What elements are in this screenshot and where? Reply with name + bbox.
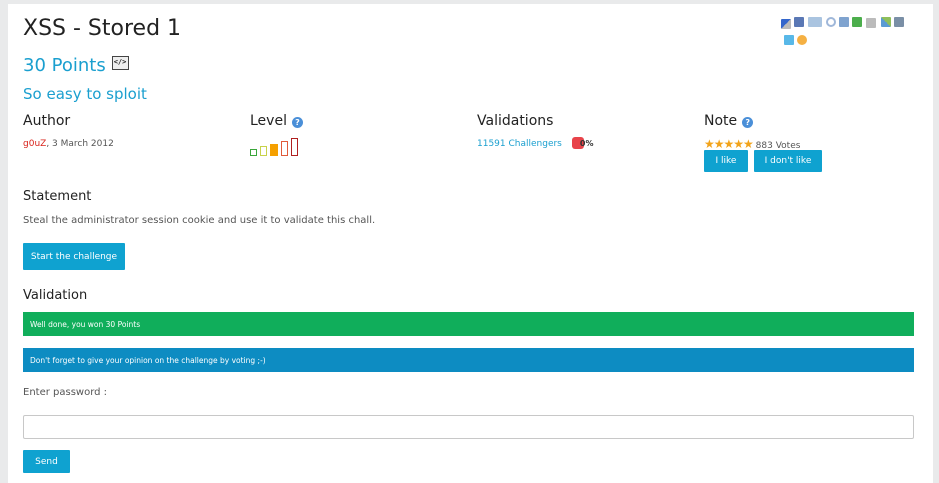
send-button[interactable]: Send bbox=[23, 450, 70, 473]
level-indicator bbox=[250, 138, 310, 156]
validation-header: Validation bbox=[23, 288, 88, 303]
tumblr-icon[interactable] bbox=[894, 17, 904, 27]
validations-header: Validations bbox=[477, 113, 554, 129]
level-bar-1 bbox=[250, 149, 257, 156]
linkedin-icon[interactable] bbox=[839, 17, 849, 27]
success-rate: 0% bbox=[579, 139, 594, 148]
level-header: Level? bbox=[250, 113, 303, 129]
points-heading: 30 Points bbox=[23, 55, 129, 76]
author-name-link[interactable]: g0uZ bbox=[23, 139, 46, 149]
code-icon bbox=[111, 56, 129, 70]
note-header: Note? bbox=[704, 113, 754, 129]
favorite-icon[interactable] bbox=[797, 35, 807, 45]
facebook-icon[interactable] bbox=[794, 17, 804, 27]
challengers-link[interactable]: 11591 Challengers bbox=[477, 139, 562, 149]
dislike-button[interactable]: I don't like bbox=[754, 150, 822, 172]
validations-info: 11591 Challengers 0% bbox=[477, 137, 593, 149]
level-bar-5 bbox=[291, 138, 298, 156]
level-bar-3 bbox=[270, 144, 278, 156]
info-alert: Don't forget to give your opinion on the… bbox=[23, 348, 914, 372]
page-title: XSS - Stored 1 bbox=[23, 16, 182, 41]
delicious-icon[interactable] bbox=[781, 19, 791, 29]
help-icon[interactable]: ? bbox=[742, 117, 754, 128]
password-input[interactable] bbox=[23, 415, 914, 439]
plus-icon[interactable] bbox=[852, 17, 862, 27]
statement-header: Statement bbox=[23, 189, 92, 204]
print-icon[interactable] bbox=[866, 18, 876, 28]
challenge-panel bbox=[8, 4, 933, 483]
author-date: 3 March 2012 bbox=[52, 139, 114, 149]
points-label: 30 Points bbox=[23, 55, 106, 76]
digg-icon[interactable] bbox=[808, 17, 822, 27]
level-header-label: Level bbox=[250, 113, 287, 129]
help-icon[interactable]: ? bbox=[291, 117, 303, 128]
share-icons bbox=[781, 15, 906, 47]
start-challenge-button[interactable]: Start the challenge bbox=[23, 243, 125, 270]
note-header-label: Note bbox=[704, 113, 738, 129]
challenge-subtitle: So easy to sploit bbox=[23, 85, 147, 103]
success-alert: Well done, you won 30 Points bbox=[23, 312, 914, 336]
google-icon[interactable] bbox=[826, 17, 836, 27]
scoopit-icon[interactable] bbox=[881, 17, 891, 27]
rating: ★★★★★ 883 Votes bbox=[704, 137, 800, 151]
password-label: Enter password : bbox=[23, 387, 108, 398]
level-bar-4 bbox=[281, 141, 288, 156]
twitter-icon[interactable] bbox=[784, 35, 794, 45]
statement-text: Steal the administrator session cookie a… bbox=[23, 215, 376, 226]
author-header: Author bbox=[23, 113, 71, 129]
level-bar-2 bbox=[260, 146, 267, 156]
like-button[interactable]: I like bbox=[704, 150, 748, 172]
rating-stars: ★★★★★ bbox=[704, 137, 754, 151]
author-info: g0uZ, 3 March 2012 bbox=[23, 139, 114, 149]
